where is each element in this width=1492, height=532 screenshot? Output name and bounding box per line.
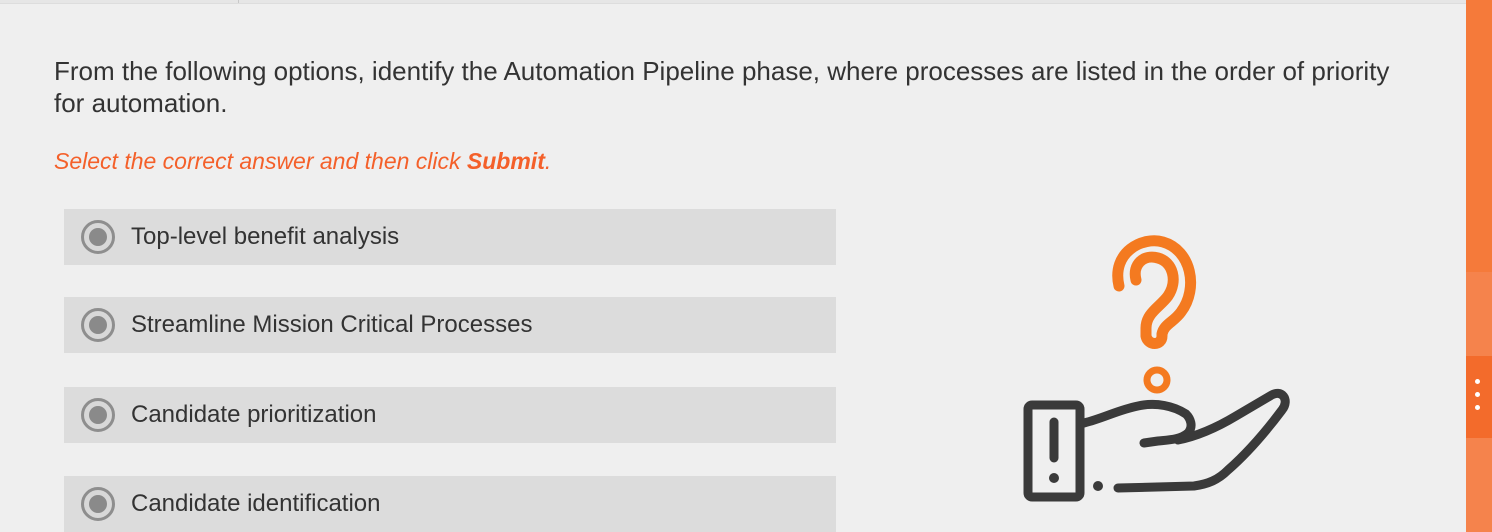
answer-option-label: Candidate prioritization <box>131 401 377 428</box>
answer-option-label: Top-level benefit analysis <box>131 223 400 250</box>
side-rail-section <box>1466 272 1492 356</box>
instruction-text: Select the correct answer and then click… <box>54 146 551 176</box>
instruction-suffix: . <box>544 148 552 174</box>
side-rail-section <box>1466 0 1492 272</box>
kebab-dot <box>1475 379 1480 384</box>
instruction-prefix: Select the correct answer and then click <box>54 148 467 174</box>
answer-option-2[interactable]: Streamline Mission Critical Processes <box>64 297 836 353</box>
exclamation-dot <box>1049 473 1059 483</box>
kebab-dot <box>1475 392 1480 397</box>
radio-button[interactable] <box>81 220 115 254</box>
question-mark-hook <box>1112 235 1197 349</box>
instruction-submit-word: Submit <box>466 148 545 174</box>
more-vertical-icon[interactable] <box>1471 375 1485 415</box>
answer-option-1[interactable]: Top-level benefit analysis <box>64 209 836 265</box>
kebab-dot <box>1475 405 1480 410</box>
answer-option-label: Candidate identification <box>131 490 381 517</box>
hand-palm <box>1079 388 1290 493</box>
quiz-content: From the following options, identify the… <box>0 0 1466 532</box>
question-text: From the following options, identify the… <box>54 56 1390 118</box>
radio-button[interactable] <box>81 398 115 432</box>
side-rail-section <box>1466 438 1492 532</box>
radio-button[interactable] <box>81 487 115 521</box>
question-hand-icon <box>1023 235 1290 502</box>
answer-option-3[interactable]: Candidate prioritization <box>64 387 836 443</box>
side-rail <box>1466 0 1492 532</box>
answer-option-label: Streamline Mission Critical Processes <box>131 311 533 338</box>
radio-button[interactable] <box>81 308 115 342</box>
answer-option-4[interactable]: Candidate identification <box>64 476 836 532</box>
hand-dot <box>1093 481 1103 491</box>
question-mark-dot <box>1143 366 1171 394</box>
